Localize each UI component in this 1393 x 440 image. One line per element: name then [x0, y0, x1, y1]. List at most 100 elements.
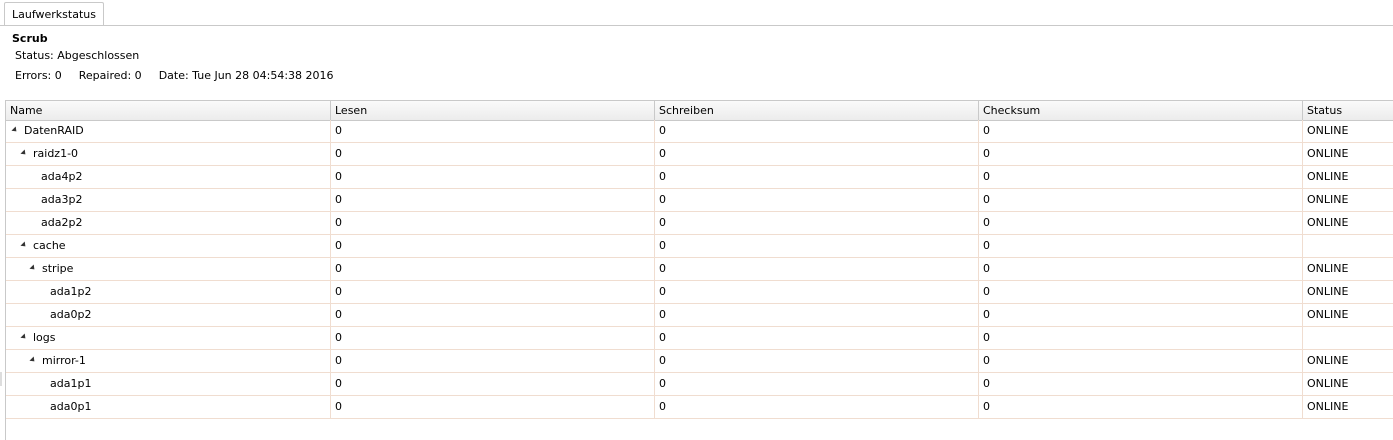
table-row[interactable]: ada0p2 0 0 0 ONLINE	[6, 304, 1393, 327]
cell-schreiben: 0	[655, 212, 979, 234]
row-name: ada0p1	[50, 400, 92, 413]
table-row[interactable]: ada0p1 0 0 0 ONLINE	[6, 396, 1393, 419]
table-row[interactable]: ada3p2 0 0 0 ONLINE	[6, 189, 1393, 212]
cell-schreiben: 0	[655, 120, 979, 142]
cell-name: ada2p2	[6, 212, 331, 234]
resize-handle[interactable]	[0, 372, 2, 386]
cell-lesen: 0	[331, 189, 655, 211]
expanded-triangle-icon[interactable]	[29, 264, 37, 272]
cell-checksum: 0	[979, 120, 1303, 142]
row-name: ada4p2	[41, 170, 83, 183]
column-header-lesen[interactable]: Lesen	[331, 101, 655, 120]
row-name: raidz1-0	[33, 147, 79, 160]
column-header-name[interactable]: Name	[6, 101, 331, 120]
cell-checksum: 0	[979, 350, 1303, 372]
cell-schreiben: 0	[655, 235, 979, 257]
scrub-section: Scrub	[12, 32, 48, 46]
expanded-triangle-icon[interactable]	[11, 126, 19, 134]
table-row[interactable]: ada1p2 0 0 0 ONLINE	[6, 281, 1393, 304]
grid-header: Name Lesen Schreiben Checksum Status	[6, 100, 1393, 121]
cell-name: ada4p2	[6, 166, 331, 188]
cell-schreiben: 0	[655, 281, 979, 303]
expanded-triangle-icon[interactable]	[20, 149, 28, 157]
row-name: logs	[33, 331, 56, 344]
cell-status: ONLINE	[1307, 377, 1349, 390]
row-name: mirror-1	[42, 354, 86, 367]
row-name: ada0p2	[50, 308, 92, 321]
cell-schreiben: 0	[655, 350, 979, 372]
cell-lesen: 0	[331, 327, 655, 349]
cell-status: ONLINE	[1307, 400, 1349, 413]
cell-schreiben: 0	[655, 327, 979, 349]
cell-checksum: 0	[979, 212, 1303, 234]
cell-checksum: 0	[979, 373, 1303, 395]
cell-checksum: 0	[979, 235, 1303, 257]
table-row[interactable]: cache 0 0 0	[6, 235, 1393, 258]
cell-name: mirror-1	[6, 350, 331, 372]
cell-name: ada0p1	[6, 396, 331, 418]
expanded-triangle-icon[interactable]	[29, 356, 37, 364]
table-row[interactable]: ada1p1 0 0 0 ONLINE	[6, 373, 1393, 396]
cell-name: raidz1-0	[6, 143, 331, 165]
cell-lesen: 0	[331, 373, 655, 395]
cell-status	[1303, 235, 1393, 257]
table-row[interactable]: raidz1-0 0 0 0 ONLINE	[6, 143, 1393, 166]
scrub-title: Scrub	[12, 32, 48, 45]
column-header-checksum[interactable]: Checksum	[979, 101, 1303, 120]
table-row[interactable]: ada4p2 0 0 0 ONLINE	[6, 166, 1393, 189]
cell-checksum: 0	[979, 166, 1303, 188]
table-row[interactable]: logs 0 0 0	[6, 327, 1393, 350]
cell-checksum: 0	[979, 189, 1303, 211]
cell-status: ONLINE	[1307, 193, 1349, 206]
scrub-status: Status: Abgeschlossen	[15, 49, 140, 62]
row-name: cache	[33, 239, 66, 252]
cell-schreiben: 0	[655, 258, 979, 280]
column-header-status[interactable]: Status	[1303, 101, 1393, 120]
table-row[interactable]: mirror-1 0 0 0 ONLINE	[6, 350, 1393, 373]
cell-name: ada0p2	[6, 304, 331, 326]
cell-lesen: 0	[331, 212, 655, 234]
cell-name: logs	[6, 327, 331, 349]
cell-status: ONLINE	[1307, 124, 1349, 137]
cell-schreiben: 0	[655, 396, 979, 418]
tab-laufwerkstatus[interactable]: Laufwerkstatus	[4, 2, 104, 26]
cell-schreiben: 0	[655, 166, 979, 188]
cell-lesen: 0	[331, 350, 655, 372]
cell-status: ONLINE	[1307, 285, 1349, 298]
tab-bar: Laufwerkstatus	[0, 0, 1393, 26]
table-row[interactable]: DatenRAID 0 0 0 ONLINE	[6, 120, 1393, 143]
cell-lesen: 0	[331, 304, 655, 326]
cell-checksum: 0	[979, 327, 1303, 349]
cell-checksum: 0	[979, 304, 1303, 326]
scrub-errors: Errors: 0	[15, 69, 62, 82]
cell-status: ONLINE	[1307, 262, 1349, 275]
cell-lesen: 0	[331, 258, 655, 280]
cell-lesen: 0	[331, 120, 655, 142]
cell-name: stripe	[6, 258, 331, 280]
cell-schreiben: 0	[655, 189, 979, 211]
cell-status: ONLINE	[1307, 308, 1349, 321]
cell-status: ONLINE	[1307, 170, 1349, 183]
cell-name: ada1p1	[6, 373, 331, 395]
row-name: stripe	[42, 262, 74, 275]
cell-schreiben: 0	[655, 304, 979, 326]
scrub-summary: Errors: 0 Repaired: 0 Date: Tue Jun 28 04:…	[15, 69, 351, 83]
cell-checksum: 0	[979, 281, 1303, 303]
table-row[interactable]: ada2p2 0 0 0 ONLINE	[6, 212, 1393, 235]
cell-name: ada1p2	[6, 281, 331, 303]
cell-status: ONLINE	[1307, 354, 1349, 367]
table-row[interactable]: stripe 0 0 0 ONLINE	[6, 258, 1393, 281]
expanded-triangle-icon[interactable]	[20, 333, 28, 341]
scrub-repaired: Repaired: 0	[78, 69, 142, 82]
cell-lesen: 0	[331, 235, 655, 257]
expanded-triangle-icon[interactable]	[20, 241, 28, 249]
column-header-schreiben[interactable]: Schreiben	[655, 101, 979, 120]
cell-status	[1303, 327, 1393, 349]
cell-name: ada3p2	[6, 189, 331, 211]
row-name: DatenRAID	[24, 124, 84, 137]
cell-schreiben: 0	[655, 373, 979, 395]
cell-name: DatenRAID	[6, 120, 331, 142]
row-name: ada1p1	[50, 377, 92, 390]
cell-lesen: 0	[331, 143, 655, 165]
cell-lesen: 0	[331, 166, 655, 188]
